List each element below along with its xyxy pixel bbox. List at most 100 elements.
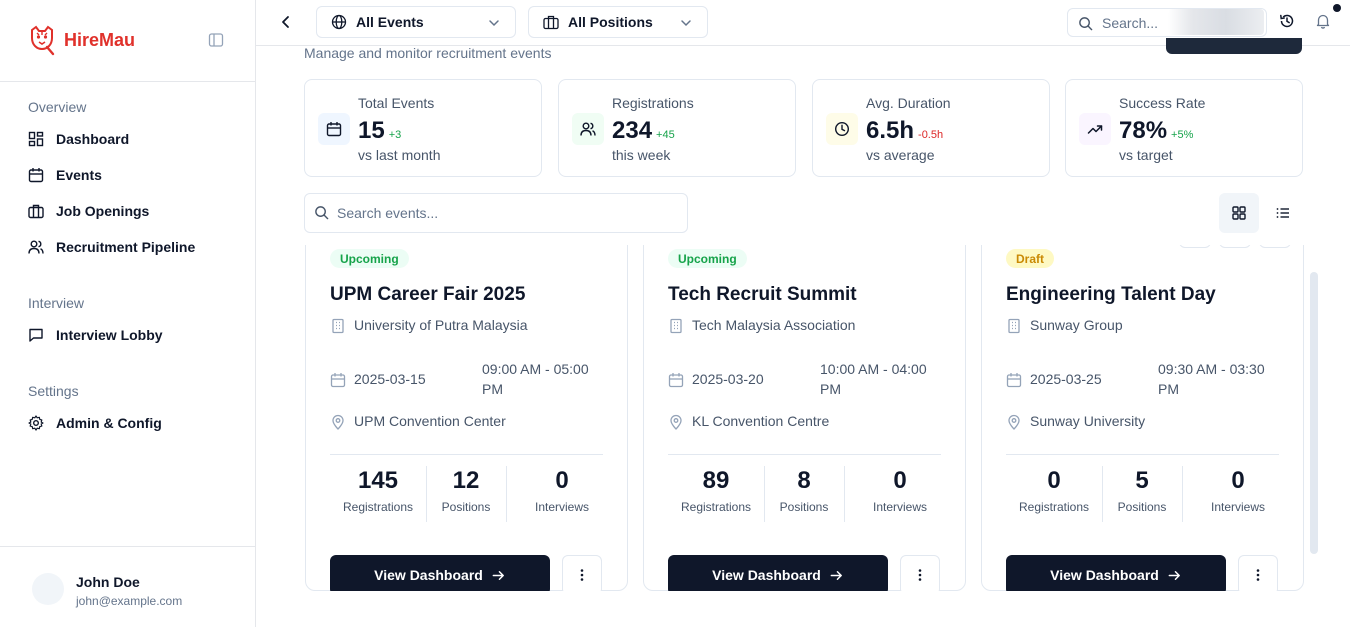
view-dashboard-button[interactable]: View Dashboard xyxy=(668,555,888,591)
sidebar-item-job-openings[interactable]: Job Openings xyxy=(28,201,149,221)
stat-card-total-events: Total Events 15 +3 vs last month xyxy=(304,79,542,177)
nav-section-interview: Interview xyxy=(28,295,85,311)
stat-value: 78% xyxy=(1119,117,1168,144)
stat-note: this week xyxy=(612,147,671,163)
user-profile[interactable]: John Doe john@example.com xyxy=(0,546,255,627)
chevron-down-icon xyxy=(681,20,691,27)
chevron-left-icon[interactable] xyxy=(278,14,294,30)
metric-value: 145 xyxy=(357,467,399,494)
view-dashboard-button[interactable]: View Dashboard xyxy=(1006,555,1226,591)
page-subtitle: Manage and monitor recruitment events xyxy=(304,45,552,61)
grid-view-button[interactable] xyxy=(1219,193,1259,233)
clock-icon xyxy=(834,121,850,137)
event-location: Sunway University xyxy=(1006,413,1145,430)
sidebar-item-admin-config[interactable]: Admin & Config xyxy=(28,413,162,433)
stat-delta: +45 xyxy=(656,129,675,141)
stat-icon-box xyxy=(572,113,604,145)
event-filter-value: All Events xyxy=(356,14,424,30)
events-search-input[interactable]: Search events... xyxy=(304,193,688,233)
metric-label: Positions xyxy=(1117,500,1167,514)
metric-registrations: 0 Registrations xyxy=(1006,466,1102,522)
event-date-value: 2025-03-25 xyxy=(1030,371,1102,387)
stat-value-row: 78% +5% xyxy=(1119,117,1193,145)
stat-delta: -0.5h xyxy=(918,129,944,141)
stat-icon-box xyxy=(826,113,858,145)
stat-note: vs last month xyxy=(358,147,441,163)
divider xyxy=(330,454,603,455)
event-date: 2025-03-25 xyxy=(1006,371,1102,388)
more-vertical-icon xyxy=(580,569,584,581)
more-options-button[interactable] xyxy=(900,555,940,591)
scrollbar[interactable] xyxy=(1310,272,1318,554)
more-options-button[interactable] xyxy=(1238,555,1278,591)
sidebar-item-label: Events xyxy=(56,167,102,183)
arrow-right-icon xyxy=(830,570,842,580)
message-icon xyxy=(29,328,43,342)
create-event-button-peek[interactable] xyxy=(1166,38,1302,54)
event-organizer-name: Sunway Group xyxy=(1030,317,1123,333)
briefcase-icon xyxy=(543,15,559,30)
metric-label: Positions xyxy=(779,500,829,514)
metric-positions: 5 Positions xyxy=(1102,466,1182,522)
calendar-icon xyxy=(326,122,342,137)
status-badge: Upcoming xyxy=(668,249,747,268)
metric-value: 0 xyxy=(1047,467,1061,494)
metric-value: 0 xyxy=(555,467,569,494)
stat-note: vs target xyxy=(1119,147,1173,163)
map-pin-icon xyxy=(332,414,344,430)
bell-icon[interactable] xyxy=(1315,13,1331,29)
more-vertical-icon xyxy=(1256,569,1260,581)
event-organizer: Sunway Group xyxy=(1006,317,1123,334)
sidebar-item-interview-lobby[interactable]: Interview Lobby xyxy=(28,325,163,345)
sidebar-item-label: Dashboard xyxy=(56,131,130,147)
metric-value: 8 xyxy=(797,467,811,494)
sidebar-item-label: Job Openings xyxy=(56,203,150,219)
calendar-icon xyxy=(330,373,346,388)
history-icon[interactable] xyxy=(1279,13,1295,29)
calendar-icon xyxy=(28,168,44,183)
more-options-button[interactable] xyxy=(562,555,602,591)
card-clock-button[interactable] xyxy=(1259,245,1291,248)
position-filter-select[interactable]: All Positions xyxy=(528,6,708,38)
stat-label: Registrations xyxy=(612,95,694,111)
sidebar-item-events[interactable]: Events xyxy=(28,165,102,185)
stat-value-row: 234 +45 xyxy=(612,117,675,145)
grid-icon xyxy=(1232,206,1246,220)
metric-value: 89 xyxy=(702,467,730,494)
event-location: UPM Convention Center xyxy=(330,413,506,430)
metric-value: 0 xyxy=(1231,467,1245,494)
event-location-value: UPM Convention Center xyxy=(354,413,506,429)
list-view-button[interactable] xyxy=(1263,193,1303,233)
blurred-region xyxy=(1168,9,1264,35)
view-dashboard-button[interactable]: View Dashboard xyxy=(330,555,550,591)
sidebar-item-recruitment-pipeline[interactable]: Recruitment Pipeline xyxy=(28,237,195,257)
metric-registrations: 89 Registrations xyxy=(668,466,764,522)
building-icon xyxy=(670,318,682,334)
metric-interviews: 0 Interviews xyxy=(1182,466,1294,522)
sidebar-item-dashboard[interactable]: Dashboard xyxy=(28,129,129,149)
stat-value: 234 xyxy=(612,117,653,144)
metric-positions: 8 Positions xyxy=(764,466,844,522)
card-calendar-button[interactable] xyxy=(1179,245,1211,248)
event-filter-select[interactable]: All Events xyxy=(316,6,516,38)
stat-card-success-rate: Success Rate 78% +5% vs target xyxy=(1065,79,1303,177)
status-badge: Draft xyxy=(1006,249,1055,268)
metric-label: Interviews xyxy=(1210,500,1266,514)
event-location-value: Sunway University xyxy=(1030,413,1146,429)
sidebar-item-label: Recruitment Pipeline xyxy=(56,239,196,255)
event-card: Draft Engineering Talent Day Sunway Grou… xyxy=(981,245,1304,591)
event-date-value: 2025-03-15 xyxy=(354,371,426,387)
event-cards-grid: Upcoming UPM Career Fair 2025 University… xyxy=(304,245,1304,591)
brand-name: HireMau xyxy=(64,30,136,50)
card-quick-actions xyxy=(1179,245,1291,248)
event-title: UPM Career Fair 2025 xyxy=(330,284,526,305)
view-dashboard-label: View Dashboard xyxy=(712,567,821,583)
metric-label: Positions xyxy=(441,500,491,514)
status-badge: Upcoming xyxy=(330,249,409,268)
card-users-button[interactable] xyxy=(1219,245,1251,248)
user-email: john@example.com xyxy=(76,594,183,608)
stat-label: Success Rate xyxy=(1119,95,1206,111)
stat-label: Avg. Duration xyxy=(866,95,951,111)
arrow-right-icon xyxy=(1168,570,1180,580)
sidebar-toggle-icon[interactable] xyxy=(208,32,224,48)
